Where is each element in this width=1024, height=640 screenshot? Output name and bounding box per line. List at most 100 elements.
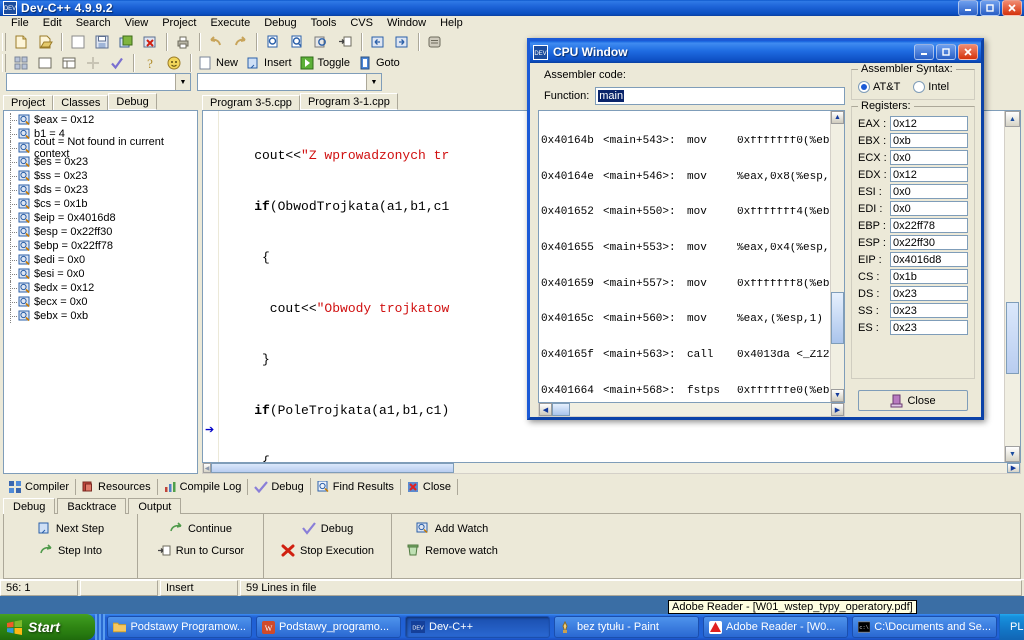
register-value[interactable]: 0x23 bbox=[890, 320, 968, 335]
find-icon[interactable] bbox=[262, 31, 284, 52]
radio-att-icon[interactable] bbox=[858, 81, 870, 93]
help-icon[interactable]: ? bbox=[139, 52, 161, 73]
next-step-button[interactable]: Next Step bbox=[10, 522, 131, 535]
function-input[interactable]: main bbox=[595, 87, 845, 105]
cpu-minimize-button[interactable] bbox=[914, 44, 934, 60]
register-value[interactable]: 0x12 bbox=[890, 116, 968, 131]
register-value[interactable]: 0x4016d8 bbox=[890, 252, 968, 267]
register-value[interactable]: 0x12 bbox=[890, 167, 968, 182]
hscroll-thumb[interactable] bbox=[211, 463, 454, 473]
new-project-icon[interactable] bbox=[10, 52, 32, 73]
register-value[interactable]: 0x0 bbox=[890, 201, 968, 216]
menu-item-window[interactable]: Window bbox=[380, 16, 433, 30]
subtab-backtrace[interactable]: Backtrace bbox=[57, 498, 127, 514]
cpu-window-dialog[interactable]: DEV CPU Window Assembler code: Function:… bbox=[527, 38, 984, 420]
disassembly-row[interactable]: 0x401664 <main+568>: fstps 0xffffffe0(%eb bbox=[541, 385, 830, 398]
menu-item-execute[interactable]: Execute bbox=[203, 16, 257, 30]
taskbar-item-podstawy-programo-doc[interactable]: W Podstawy_programo... bbox=[256, 616, 401, 638]
forward-icon[interactable] bbox=[391, 31, 413, 52]
toolbar-grip[interactable] bbox=[2, 32, 6, 51]
cpu-close-button[interactable] bbox=[958, 44, 978, 60]
subtab-output[interactable]: Output bbox=[128, 498, 182, 514]
print-icon[interactable] bbox=[172, 31, 194, 52]
remove-watch-button[interactable]: Remove watch bbox=[398, 544, 506, 557]
list-item[interactable]: $cs = 0x1b bbox=[4, 197, 197, 211]
close-dialog-button[interactable]: Close bbox=[858, 390, 968, 411]
list-item[interactable]: $ss = 0x23 bbox=[4, 169, 197, 183]
disassembly-rows[interactable]: 0x40164b <main+543>: mov 0xfffffff0(%eb 0x4… bbox=[539, 111, 830, 402]
list-item[interactable]: cout = Not found in current context bbox=[4, 136, 197, 160]
register-value[interactable]: 0x22ff30 bbox=[890, 235, 968, 250]
close-button[interactable] bbox=[1002, 0, 1022, 16]
continue-button[interactable]: Continue bbox=[144, 522, 257, 535]
list-item[interactable]: $ecx = 0x0 bbox=[4, 295, 197, 309]
close-file-icon[interactable] bbox=[139, 31, 161, 52]
register-value[interactable]: 0x1b bbox=[890, 269, 968, 284]
insert-button[interactable]: Insert bbox=[243, 52, 297, 73]
tab-resources[interactable]: Resources bbox=[76, 479, 158, 495]
compile-icon[interactable] bbox=[58, 52, 80, 73]
new-bookmark-button[interactable]: New bbox=[195, 52, 243, 73]
editor-vertical-scrollbar[interactable]: ▲ ▼ bbox=[1004, 111, 1020, 462]
tab-compile-log[interactable]: Compile Log bbox=[157, 479, 249, 495]
minimize-button[interactable] bbox=[958, 0, 978, 16]
menu-item-help[interactable]: Help bbox=[433, 16, 470, 30]
disassembly-row[interactable]: 0x40165f <main+563>: call 0x4013da <_Z12 bbox=[541, 349, 830, 362]
radio-intel-icon[interactable] bbox=[913, 81, 926, 93]
radio-att[interactable]: AT&T bbox=[858, 81, 900, 93]
scroll-up-icon[interactable]: ▲ bbox=[1005, 111, 1020, 127]
menu-item-edit[interactable]: Edit bbox=[36, 16, 69, 30]
menu-item-file[interactable]: File bbox=[4, 16, 36, 30]
menu-item-view[interactable]: View bbox=[118, 16, 156, 30]
disassembly-row[interactable]: 0x401652 <main+550>: mov 0xfffffff4(%eb bbox=[541, 206, 830, 219]
add-watch-button[interactable]: Add Watch bbox=[398, 522, 506, 535]
radio-intel[interactable]: Intel bbox=[913, 81, 949, 93]
step-into-button[interactable]: Step Into bbox=[10, 544, 131, 557]
tab-compiler[interactable]: Compiler bbox=[3, 479, 77, 495]
register-value[interactable]: 0x22ff78 bbox=[890, 218, 968, 233]
back-icon[interactable] bbox=[367, 31, 389, 52]
menu-item-cvs[interactable]: CVS bbox=[343, 16, 380, 30]
find-next-icon[interactable] bbox=[286, 31, 308, 52]
scroll-up-icon[interactable]: ▲ bbox=[831, 111, 844, 124]
save-all-icon[interactable] bbox=[115, 31, 137, 52]
debug-button[interactable]: Debug bbox=[270, 522, 385, 535]
chevron-down-icon[interactable]: ▼ bbox=[175, 74, 190, 90]
run-icon[interactable] bbox=[82, 52, 104, 73]
tab-classes[interactable]: Classes bbox=[53, 95, 109, 110]
disassembly-listbox[interactable]: 0x40164b <main+543>: mov 0xfffffff0(%eb 0x4… bbox=[538, 110, 845, 403]
disassembly-row[interactable]: 0x40165c <main+560>: mov %eax,(%esp,1) bbox=[541, 313, 830, 326]
register-value[interactable]: 0x23 bbox=[890, 303, 968, 318]
list-item[interactable]: $ebp = 0x22ff78 bbox=[4, 239, 197, 253]
tab-project[interactable]: Project bbox=[3, 95, 54, 110]
cpu-maximize-button[interactable] bbox=[936, 44, 956, 60]
scroll-right-icon[interactable]: ▶ bbox=[831, 403, 844, 416]
about-icon[interactable] bbox=[163, 52, 185, 73]
taskbar-item-podstawy-programow[interactable]: Podstawy Programow... bbox=[107, 616, 252, 638]
redo-icon[interactable] bbox=[229, 31, 251, 52]
disassembly-horizontal-scrollbar[interactable]: ◀ ▶ bbox=[538, 403, 845, 417]
scroll-down-icon[interactable]: ▼ bbox=[1005, 446, 1020, 462]
list-item[interactable]: $esp = 0x22ff30 bbox=[4, 225, 197, 239]
save-as-icon[interactable] bbox=[91, 31, 113, 52]
disassembly-row[interactable]: 0x40164b <main+543>: mov 0xfffffff0(%eb bbox=[541, 135, 830, 148]
scroll-left-icon[interactable]: ◀ bbox=[203, 463, 211, 473]
project-options-icon[interactable] bbox=[34, 52, 56, 73]
chevron-down-icon[interactable]: ▼ bbox=[366, 74, 381, 90]
menu-item-search[interactable]: Search bbox=[69, 16, 118, 30]
register-value[interactable]: 0xb bbox=[890, 133, 968, 148]
maximize-button[interactable] bbox=[980, 0, 1000, 16]
scroll-left-icon[interactable]: ◀ bbox=[539, 403, 552, 416]
tab-program-3-1[interactable]: Program 3-1.cpp bbox=[299, 93, 398, 110]
start-button[interactable]: Start bbox=[0, 614, 95, 640]
scroll-right-icon[interactable]: ▶ bbox=[1007, 463, 1020, 473]
taskbar-item-command-prompt[interactable]: c:\ C:\Documents and Se... bbox=[852, 616, 997, 638]
menu-item-project[interactable]: Project bbox=[155, 16, 203, 30]
scroll-thumb[interactable] bbox=[1006, 302, 1019, 374]
undo-icon[interactable] bbox=[205, 31, 227, 52]
compile-run-icon[interactable] bbox=[106, 52, 128, 73]
subtab-debug[interactable]: Debug bbox=[3, 498, 56, 514]
disassembly-row[interactable]: 0x401659 <main+557>: mov 0xfffffff8(%eb bbox=[541, 278, 830, 291]
disassembly-row[interactable]: 0x40164e <main+546>: mov %eax,0x8(%esp, bbox=[541, 171, 830, 184]
taskbar-item-adobe-reader[interactable]: Adobe Reader - [W0... bbox=[703, 616, 848, 638]
